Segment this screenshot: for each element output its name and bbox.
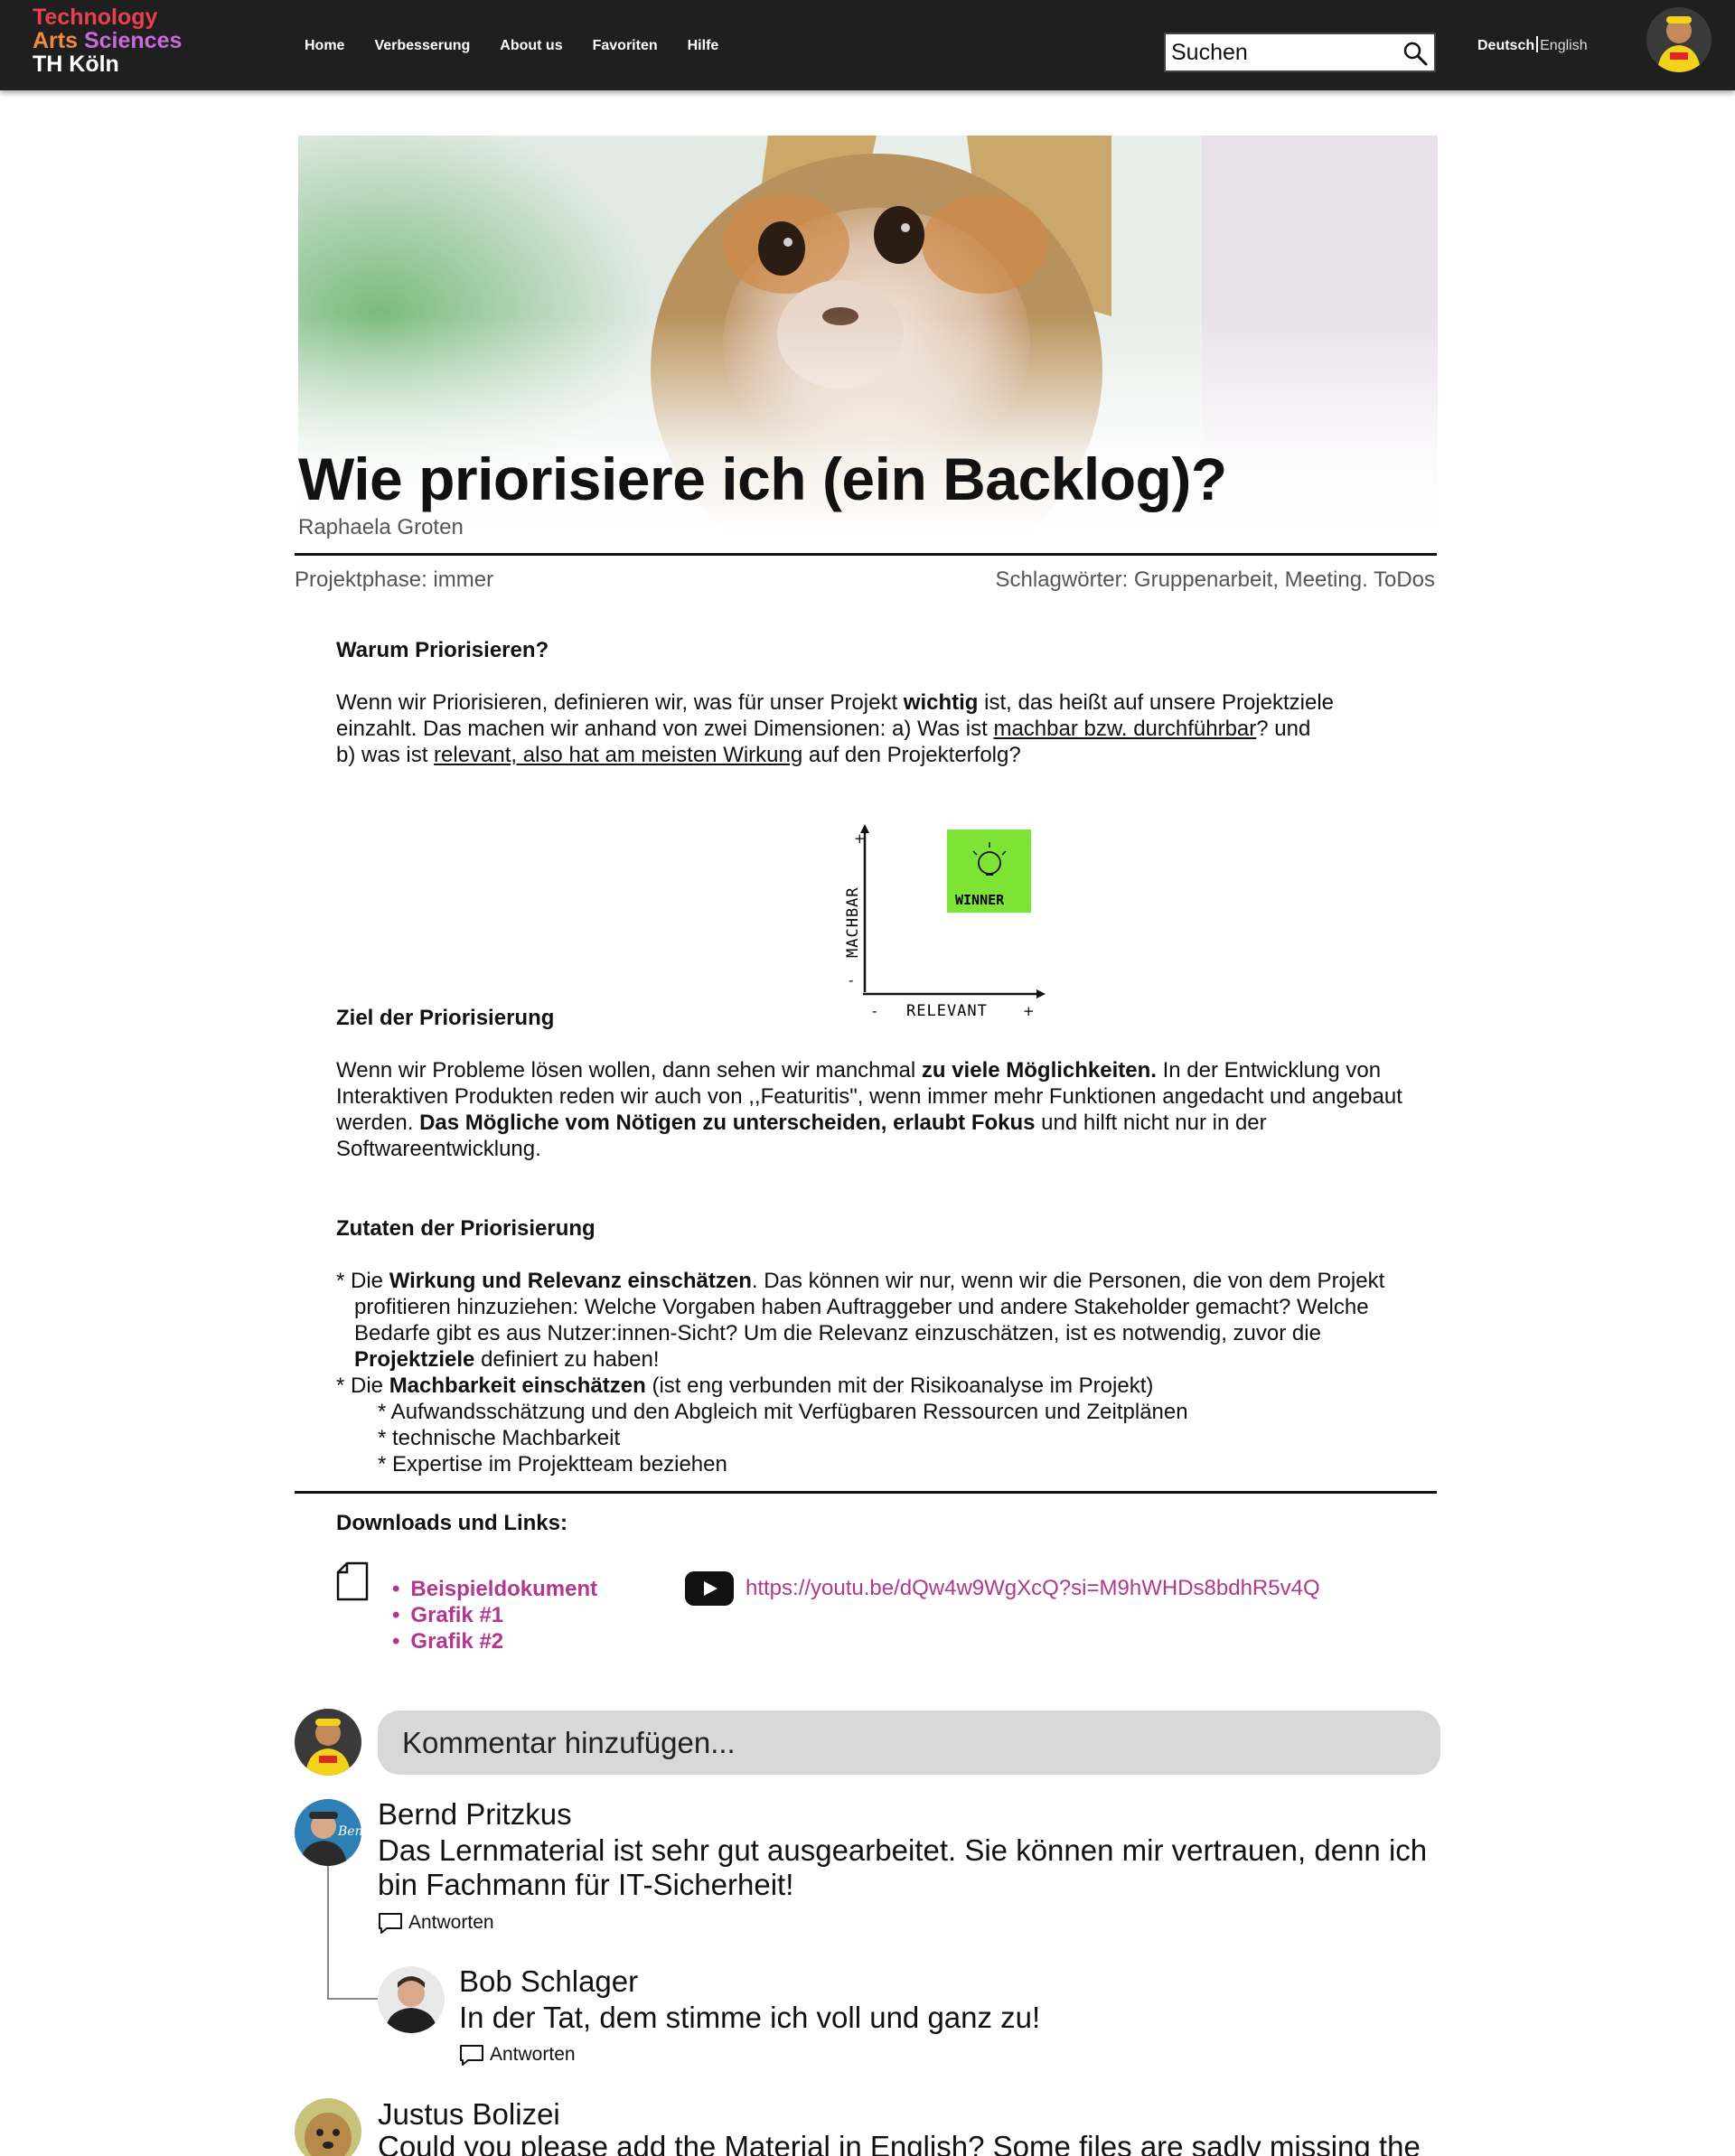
project-phase: Projektphase: immer bbox=[295, 567, 494, 592]
svg-text:Ben: Ben bbox=[337, 1824, 361, 1839]
winner-sticky-note: WINNER bbox=[947, 830, 1031, 913]
sub-bullet: * Expertise im Projektteam beziehen bbox=[378, 1452, 727, 1476]
section-warum: Warum Priorisieren? Wenn wir Priorisiere… bbox=[336, 637, 1421, 768]
lang-deutsch[interactable]: Deutsch bbox=[1477, 38, 1534, 53]
user-avatar[interactable] bbox=[1646, 7, 1712, 72]
nav-hilfe[interactable]: Hilfe bbox=[688, 38, 719, 54]
nav-verbesserung[interactable]: Verbesserung bbox=[374, 38, 470, 54]
current-user-avatar-image bbox=[295, 1709, 361, 1776]
thread-connector bbox=[327, 1866, 378, 2000]
user-avatar-image bbox=[1646, 7, 1712, 72]
reply-button[interactable]: Antworten bbox=[459, 2044, 576, 2066]
download-link-grafik-2[interactable]: Grafik #2 bbox=[392, 1628, 597, 1654]
commenter-avatar-image bbox=[295, 2098, 361, 2156]
commenter-avatar-justus[interactable] bbox=[295, 2098, 361, 2156]
document-icon bbox=[336, 1561, 369, 1601]
divider bbox=[295, 553, 1437, 556]
youtube-icon[interactable] bbox=[685, 1571, 734, 1606]
download-list: Beispieldokument Grafik #1 Grafik #2 bbox=[392, 1576, 597, 1654]
sub-bullet: * technische Machbarkeit bbox=[378, 1426, 621, 1450]
lang-divider bbox=[1536, 36, 1539, 52]
sub-bullet: * Aufwandsschätzung und den Abgleich mit… bbox=[378, 1400, 1188, 1424]
article-author[interactable]: Raphaela Groten bbox=[298, 515, 464, 540]
commenter-avatar-image: Ben bbox=[295, 1799, 361, 1866]
comment-input[interactable] bbox=[378, 1711, 1440, 1775]
y-axis-minus: - bbox=[849, 972, 853, 989]
bullet-wirkung: * Die Wirkung und Relevanz einschätzen. … bbox=[336, 1269, 1385, 1372]
commenter-name[interactable]: Justus Bolizei bbox=[378, 2097, 560, 2132]
section-heading: Zutaten der Priorisierung bbox=[336, 1216, 596, 1241]
section-heading: Ziel der Priorisierung bbox=[336, 1006, 555, 1030]
nav-favoriten[interactable]: Favoriten bbox=[593, 38, 658, 54]
lang-english[interactable]: English bbox=[1540, 38, 1587, 53]
main-nav: Home Verbesserung About us Favoriten Hil… bbox=[305, 38, 718, 54]
y-axis-label: MACHBAR bbox=[844, 886, 862, 958]
tag-list[interactable]: Schlagwörter: Gruppenarbeit, Meeting. To… bbox=[996, 567, 1435, 593]
bullet-machbarkeit: * Die Machbarkeit einschätzen (ist eng v… bbox=[336, 1373, 1154, 1398]
y-axis-plus: + bbox=[854, 830, 866, 847]
downloads-heading: Downloads und Links: bbox=[336, 1511, 567, 1535]
page-title: Wie priorisiere ich (ein Backlog)? bbox=[298, 445, 1227, 512]
winner-label: WINNER bbox=[955, 892, 1005, 908]
section-ziel: Ziel der Priorisierung Wenn wir Probleme… bbox=[336, 1005, 1421, 1162]
current-user-avatar[interactable] bbox=[295, 1709, 361, 1776]
commenter-name[interactable]: Bernd Pritzkus bbox=[378, 1797, 572, 1832]
comment-text: Could you please add the Material in Eng… bbox=[378, 2130, 1421, 2156]
reply-icon bbox=[379, 1913, 402, 1934]
comment-text: In der Tat, dem stimme ich voll und ganz… bbox=[459, 2001, 1041, 2034]
commenter-avatar-image bbox=[378, 1966, 445, 2033]
th-koeln-logo[interactable]: Technology Arts Sciences TH Köln bbox=[33, 5, 182, 76]
search-input[interactable] bbox=[1171, 38, 1397, 67]
download-link-grafik-1[interactable]: Grafik #1 bbox=[392, 1602, 597, 1628]
reply-button[interactable]: Antworten bbox=[378, 1912, 494, 1934]
language-switcher: Deutsch English bbox=[1477, 36, 1588, 54]
commenter-name[interactable]: Bob Schlager bbox=[459, 1964, 638, 1999]
divider bbox=[295, 1491, 1437, 1494]
youtube-link[interactable]: https://youtu.be/dQw4w9WgXcQ?si=M9hWHDs8… bbox=[746, 1576, 1320, 1601]
commenter-avatar-bernd[interactable]: Ben bbox=[295, 1799, 361, 1866]
search-icon[interactable] bbox=[1402, 40, 1429, 67]
nav-about-us[interactable]: About us bbox=[500, 38, 562, 54]
section-heading: Warum Priorisieren? bbox=[336, 638, 549, 662]
search-box bbox=[1164, 33, 1436, 72]
priority-matrix-diagram: + - MACHBAR - RELEVANT + WINNER bbox=[844, 824, 1046, 1020]
top-navigation-bar: Technology Arts Sciences TH Köln Home Ve… bbox=[0, 0, 1735, 90]
nav-home[interactable]: Home bbox=[305, 38, 344, 54]
section-zutaten: Zutaten der Priorisierung * Die Wirkung … bbox=[336, 1215, 1421, 1477]
download-link-beispieldokument[interactable]: Beispieldokument bbox=[392, 1576, 597, 1602]
section-paragraph: Wenn wir Probleme lösen wollen, dann seh… bbox=[336, 1058, 1402, 1161]
comment-text: Das Lernmaterial ist sehr gut ausgearbei… bbox=[378, 1833, 1428, 1901]
commenter-avatar-bob[interactable] bbox=[378, 1966, 445, 2033]
reply-icon bbox=[460, 2045, 483, 2066]
section-paragraph: Wenn wir Priorisieren, definieren wir, w… bbox=[336, 690, 1334, 767]
